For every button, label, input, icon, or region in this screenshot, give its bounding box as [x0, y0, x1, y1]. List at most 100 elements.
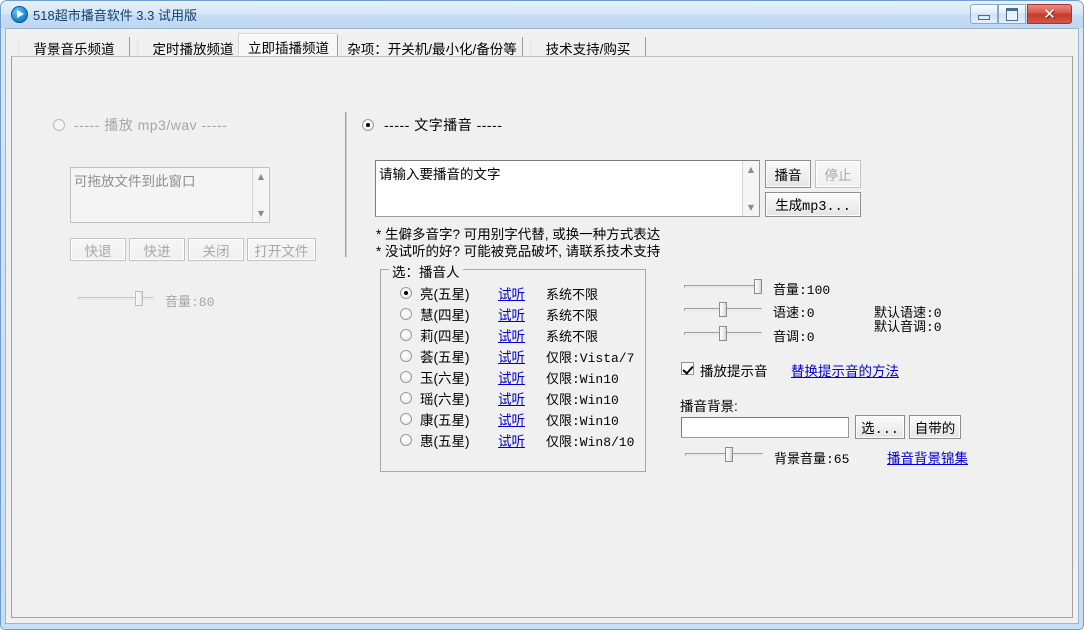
- voice-preview-li[interactable]: 试听: [498, 325, 525, 345]
- voice-name-hui4: 慧(四星): [420, 308, 470, 323]
- radio-text-to-speech[interactable]: [362, 119, 374, 131]
- voice-radio-yao[interactable]: [400, 392, 412, 404]
- voice-radio-liang[interactable]: [400, 287, 412, 299]
- speak-button[interactable]: 播音: [765, 160, 811, 188]
- tab-strip: 背景音乐频道 定时播放频道 立即插播频道 杂项：开关机/最小化/备份等 技术支持…: [11, 34, 1073, 59]
- close-file-button[interactable]: 关闭: [188, 238, 244, 261]
- left-volume-slider[interactable]: [78, 290, 154, 306]
- play-circle-icon: [11, 6, 28, 23]
- scroll-up-icon[interactable]: ▲: [743, 162, 759, 177]
- minimize-icon: [971, 5, 997, 23]
- speech-text-value: 请输入要播音的文字: [379, 167, 501, 182]
- left-volume-label: 音量:80: [165, 295, 215, 310]
- voice-preview-kang[interactable]: 试听: [498, 409, 525, 429]
- application-window: 518超市播音软件 3.3 试用版 ✕ 背景音乐频道 定时播放频道 立即插播频道…: [0, 0, 1084, 630]
- slider-track: [685, 453, 763, 456]
- voice-preview-hui2[interactable]: 试听: [498, 346, 525, 366]
- voice-name-li: 莉(四星): [420, 329, 470, 344]
- background-volume-slider[interactable]: [685, 446, 763, 462]
- hint-line-2: * 没试听的好? 可能被竞品破坏, 请联系技术支持: [376, 244, 661, 259]
- voice-preview-hui4[interactable]: 试听: [498, 304, 525, 324]
- radio-play-mp3wav-label: ----- 播放 mp3/wav -----: [74, 117, 228, 133]
- voice-name-hui2: 荟(五星): [420, 350, 470, 365]
- tab-label: 定时播放频道: [152, 41, 234, 57]
- maximize-button[interactable]: [998, 4, 1026, 24]
- file-drop-list[interactable]: 可拖放文件到此窗口 ▲ ▼: [70, 167, 270, 223]
- scroll-down-icon[interactable]: ▼: [253, 206, 269, 221]
- tab-label: 背景音乐频道: [33, 41, 115, 57]
- voice-preview-liang[interactable]: 试听: [498, 283, 525, 303]
- voice-selection-group: 选：播音人 亮(五星) 试听 系统不限 慧(四星) 试听 系统不限 莉(四星) …: [380, 261, 646, 472]
- panel-divider: [345, 112, 347, 257]
- open-file-button[interactable]: 打开文件: [247, 238, 316, 261]
- voice-name-liang: 亮(五星): [420, 287, 470, 302]
- voice-radio-yu[interactable]: [400, 371, 412, 383]
- speak-button-label: 播音: [774, 168, 802, 183]
- speech-text-scrollbar[interactable]: ▲ ▼: [742, 161, 759, 216]
- slider-thumb[interactable]: [719, 326, 727, 341]
- choose-background-button-label: 选...: [861, 422, 899, 438]
- play-prompt-sound-checkbox[interactable]: [681, 362, 694, 375]
- stop-button-label: 停止: [824, 168, 852, 183]
- voice-radio-kang[interactable]: [400, 413, 412, 425]
- forward-button-label: 快进: [143, 243, 171, 259]
- forward-button[interactable]: 快进: [129, 238, 185, 261]
- radio-play-mp3wav[interactable]: [53, 119, 65, 131]
- play-prompt-sound-label: 播放提示音: [700, 364, 768, 379]
- tts-pitch-slider[interactable]: [684, 325, 762, 341]
- tab-background-music[interactable]: 背景音乐频道: [18, 37, 130, 58]
- replace-prompt-sound-link[interactable]: 替换提示音的方法: [791, 360, 899, 380]
- slider-thumb[interactable]: [754, 279, 762, 294]
- tts-pitch-label: 音调:0: [773, 330, 815, 345]
- scroll-up-icon[interactable]: ▲: [253, 169, 269, 184]
- voice-name-yao: 瑶(六星): [420, 392, 470, 407]
- voice-support-hui2: 仅限:Vista/7: [546, 351, 635, 366]
- voice-support-huiz: 仅限:Win8/10: [546, 435, 635, 450]
- builtin-background-button[interactable]: 自带的: [909, 415, 961, 439]
- voice-support-kang: 仅限:Win10: [546, 414, 619, 429]
- default-pitch-label: 默认音调:0: [874, 320, 942, 335]
- voice-name-huiz: 惠(五星): [420, 434, 470, 449]
- slider-thumb[interactable]: [719, 302, 727, 317]
- background-collection-link[interactable]: 播音背景锦集: [887, 447, 968, 467]
- voice-radio-huiz[interactable]: [400, 434, 412, 446]
- tts-rate-label: 语速:0: [773, 306, 815, 321]
- generate-mp3-button[interactable]: 生成mp3...: [765, 192, 861, 217]
- tab-misc[interactable]: 杂项：开关机/最小化/备份等: [341, 37, 523, 58]
- voice-preview-huiz[interactable]: 试听: [498, 430, 525, 450]
- window-title: 518超市播音软件 3.3 试用版: [33, 8, 197, 23]
- tab-page-instant-broadcast: ----- 播放 mp3/wav ----- 可拖放文件到此窗口 ▲ ▼ 快退 …: [11, 56, 1073, 618]
- voice-radio-hui2[interactable]: [400, 350, 412, 362]
- voice-radio-li[interactable]: [400, 329, 412, 341]
- voice-preview-yao[interactable]: 试听: [498, 388, 525, 408]
- rewind-button[interactable]: 快退: [70, 238, 126, 261]
- tts-rate-slider[interactable]: [684, 301, 762, 317]
- minimize-button[interactable]: [970, 4, 998, 24]
- voice-support-li: 系统不限: [546, 330, 599, 345]
- slider-track: [684, 285, 762, 288]
- close-button[interactable]: ✕: [1027, 4, 1072, 24]
- tts-volume-label: 音量:100: [773, 283, 831, 298]
- background-audio-path-input[interactable]: [681, 417, 849, 438]
- speech-text-input[interactable]: 请输入要播音的文字 ▲ ▼: [375, 160, 760, 217]
- voice-radio-hui4[interactable]: [400, 308, 412, 320]
- tab-support-purchase[interactable]: 技术支持/购买: [530, 37, 646, 58]
- voice-support-liang: 系统不限: [546, 288, 599, 303]
- slider-thumb[interactable]: [725, 447, 733, 462]
- voice-support-hui4: 系统不限: [546, 309, 599, 324]
- background-audio-title: 播音背景:: [680, 399, 738, 414]
- client-area: 背景音乐频道 定时播放频道 立即插播频道 杂项：开关机/最小化/备份等 技术支持…: [5, 28, 1079, 624]
- tab-scheduled-play[interactable]: 定时播放频道: [137, 37, 249, 58]
- stop-button[interactable]: 停止: [815, 160, 861, 188]
- slider-thumb[interactable]: [135, 291, 143, 306]
- rewind-button-label: 快退: [84, 243, 112, 259]
- file-list-scrollbar[interactable]: ▲ ▼: [252, 168, 269, 222]
- choose-background-button[interactable]: 选...: [855, 415, 905, 439]
- voice-preview-yu[interactable]: 试听: [498, 367, 525, 387]
- voice-support-yu: 仅限:Win10: [546, 372, 619, 387]
- tts-volume-slider[interactable]: [684, 278, 762, 294]
- voice-name-kang: 康(五星): [420, 413, 470, 428]
- tab-label: 立即插播频道: [248, 41, 329, 56]
- scroll-down-icon[interactable]: ▼: [743, 200, 759, 215]
- builtin-background-button-label: 自带的: [914, 421, 956, 436]
